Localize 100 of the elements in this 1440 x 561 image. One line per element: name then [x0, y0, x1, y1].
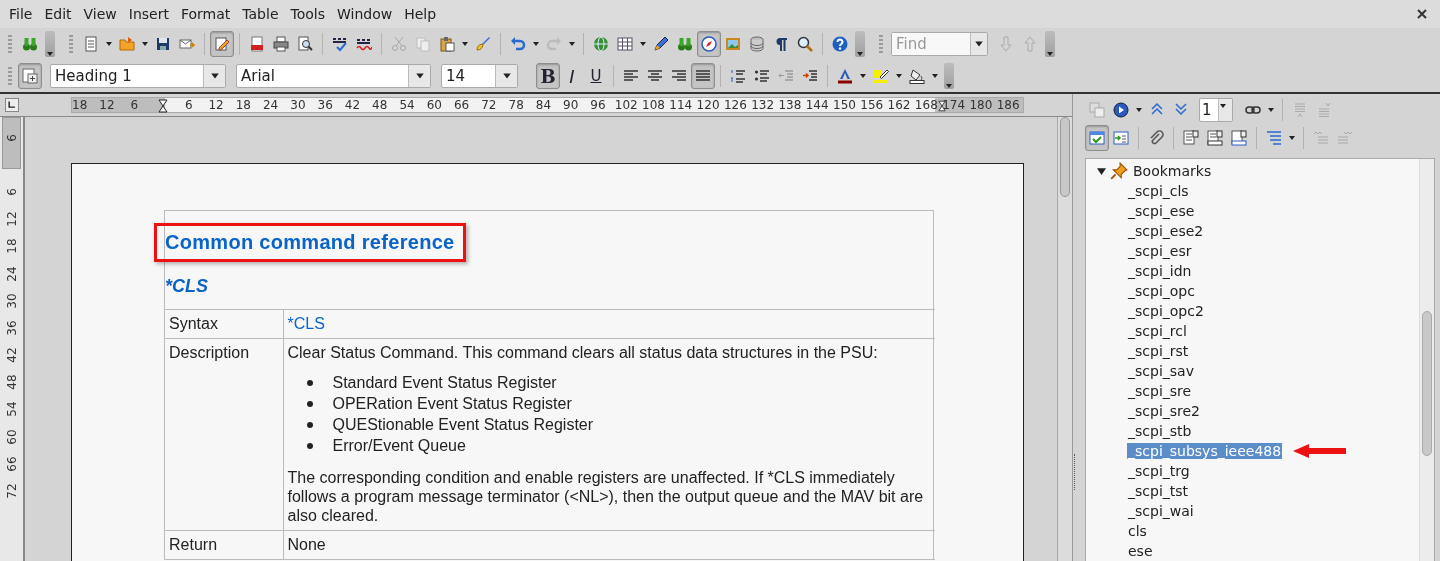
- italic-button[interactable]: I: [560, 63, 584, 89]
- caret-icon: [1288, 135, 1296, 141]
- menu-item[interactable]: Edit: [38, 3, 78, 25]
- caret-icon: [501, 72, 512, 80]
- tree-item[interactable]: _scpi_sre: [1127, 383, 1193, 399]
- font-name-dropdown[interactable]: Arial: [236, 64, 431, 88]
- tree-item[interactable]: _scpi_sav: [1127, 363, 1195, 379]
- magnifier-page-icon: [297, 36, 313, 52]
- subheading: *CLS: [165, 276, 208, 297]
- menu-item[interactable]: Insert: [122, 3, 175, 25]
- dropdown-button[interactable]: [970, 33, 987, 55]
- printer-icon: [273, 36, 289, 52]
- binoculars-icon: [677, 36, 693, 52]
- tree-item[interactable]: _scpi_trg: [1127, 463, 1191, 479]
- database-icon: [749, 36, 765, 52]
- arrow-up-icon: [1022, 36, 1038, 52]
- menu-item[interactable]: Table: [236, 3, 285, 25]
- bullet-icon: [306, 379, 313, 386]
- font-color-icon: [837, 68, 853, 84]
- bullet-icon: [306, 421, 313, 428]
- caret-icon: [105, 41, 113, 47]
- pen-icon: [653, 36, 669, 52]
- menu-item[interactable]: File: [3, 3, 39, 25]
- toolbar-overflow-button[interactable]: [1045, 31, 1055, 57]
- envelope-icon: [179, 36, 195, 52]
- paintbrush-icon: [475, 36, 491, 52]
- list-item: Standard Event Status Register: [332, 373, 557, 393]
- toolbar-overflow-button[interactable]: [855, 31, 865, 57]
- tree-item[interactable]: _scpi_idn: [1127, 263, 1193, 279]
- scrollbar[interactable]: [1057, 117, 1072, 561]
- table-icon: [617, 36, 633, 52]
- tree-item[interactable]: Bookmarks: [1133, 163, 1212, 179]
- tree-item[interactable]: _scpi_esr: [1127, 243, 1193, 259]
- ruler-number: 24: [4, 265, 19, 282]
- caret-icon: [859, 73, 867, 79]
- ruler-number: 114: [669, 98, 691, 112]
- scrollbar-thumb[interactable]: [1060, 117, 1070, 197]
- paragraph: Clear Status Command. This command clears all status data structures in the PSU:: [287, 343, 879, 362]
- find-field[interactable]: Find: [891, 32, 988, 56]
- pilcrow-icon: [773, 36, 789, 52]
- tree-item[interactable]: _scpi_opc2: [1127, 303, 1205, 319]
- indent-marker-icon: [158, 99, 168, 113]
- caret-icon: [1135, 107, 1143, 113]
- bold-button[interactable]: B: [536, 63, 560, 89]
- ruler-number: 30: [4, 293, 19, 309]
- tree-item[interactable]: _scpi_sre2: [1127, 403, 1202, 419]
- tree-item[interactable]: _scpi_ese2: [1127, 223, 1205, 239]
- ruler-number: 18: [71, 98, 89, 112]
- align-justify-button[interactable]: [691, 63, 715, 89]
- toolbar-overflow-button[interactable]: [944, 63, 954, 89]
- paragraph-style-dropdown[interactable]: Heading 1: [50, 64, 226, 88]
- clipboard-icon: [439, 36, 455, 52]
- tree-item[interactable]: _scpi_cls: [1127, 183, 1190, 199]
- page-number-field[interactable]: 1: [1199, 98, 1233, 122]
- folder-icon: [119, 36, 135, 52]
- align-center-icon: [647, 68, 663, 84]
- ruler-number: 138: [778, 98, 800, 112]
- ruler-number: 174: [942, 98, 964, 112]
- menu-item[interactable]: View: [77, 3, 123, 25]
- menu-item[interactable]: Help: [398, 3, 443, 25]
- font-size-dropdown[interactable]: 14: [441, 64, 518, 88]
- tree-item[interactable]: _scpi_tst: [1127, 483, 1190, 499]
- tree-item[interactable]: ese: [1127, 543, 1154, 559]
- pdf-document-icon: [249, 36, 265, 52]
- objects-icon: [1089, 102, 1105, 118]
- spellcheck-icon: [332, 36, 348, 52]
- navigator-button[interactable]: [697, 31, 721, 57]
- tree-item[interactable]: _scpi_opc: [1127, 283, 1196, 299]
- content-view-icon: [1089, 130, 1105, 146]
- edit-mode-button[interactable]: [210, 31, 234, 57]
- underline-button[interactable]: U: [584, 63, 608, 89]
- menu-item[interactable]: Tools: [284, 3, 331, 25]
- tab-stop-selector[interactable]: [5, 98, 19, 112]
- indent-icon: [802, 68, 818, 84]
- ruler-number: 84: [534, 98, 553, 112]
- toolbar-overflow-button[interactable]: [45, 31, 55, 57]
- tree-item[interactable]: _scpi_rst: [1127, 343, 1190, 359]
- ruler-number: 102: [614, 98, 636, 112]
- menu-item[interactable]: Window: [331, 3, 399, 25]
- ruler-number: 54: [398, 98, 416, 112]
- arrow-down-icon: [998, 36, 1014, 52]
- tree-item[interactable]: _scpi_stb: [1127, 423, 1193, 439]
- menu-item[interactable]: Format: [174, 3, 237, 25]
- expander-icon[interactable]: [1096, 166, 1106, 176]
- compass-icon: [701, 36, 717, 52]
- scrollbar-thumb[interactable]: [1422, 311, 1432, 456]
- ruler-number: 150: [833, 98, 854, 112]
- tree-item[interactable]: cls: [1127, 523, 1148, 539]
- align-right-icon: [671, 68, 687, 84]
- ruler-number: 30: [289, 98, 307, 112]
- caret-icon: [209, 72, 220, 80]
- ruler-number: 66: [4, 456, 19, 472]
- styles-button[interactable]: [18, 63, 42, 89]
- tree-item[interactable]: _scpi_ese: [1127, 203, 1196, 219]
- globe-icon: [593, 36, 609, 52]
- ruler-number: 60: [4, 429, 19, 445]
- tree-item[interactable]: _scpi_wai: [1127, 503, 1195, 519]
- ruler-number: 6: [183, 98, 194, 112]
- tree-item[interactable]: _scpi_rcl: [1127, 323, 1188, 339]
- caret-icon: [895, 73, 903, 79]
